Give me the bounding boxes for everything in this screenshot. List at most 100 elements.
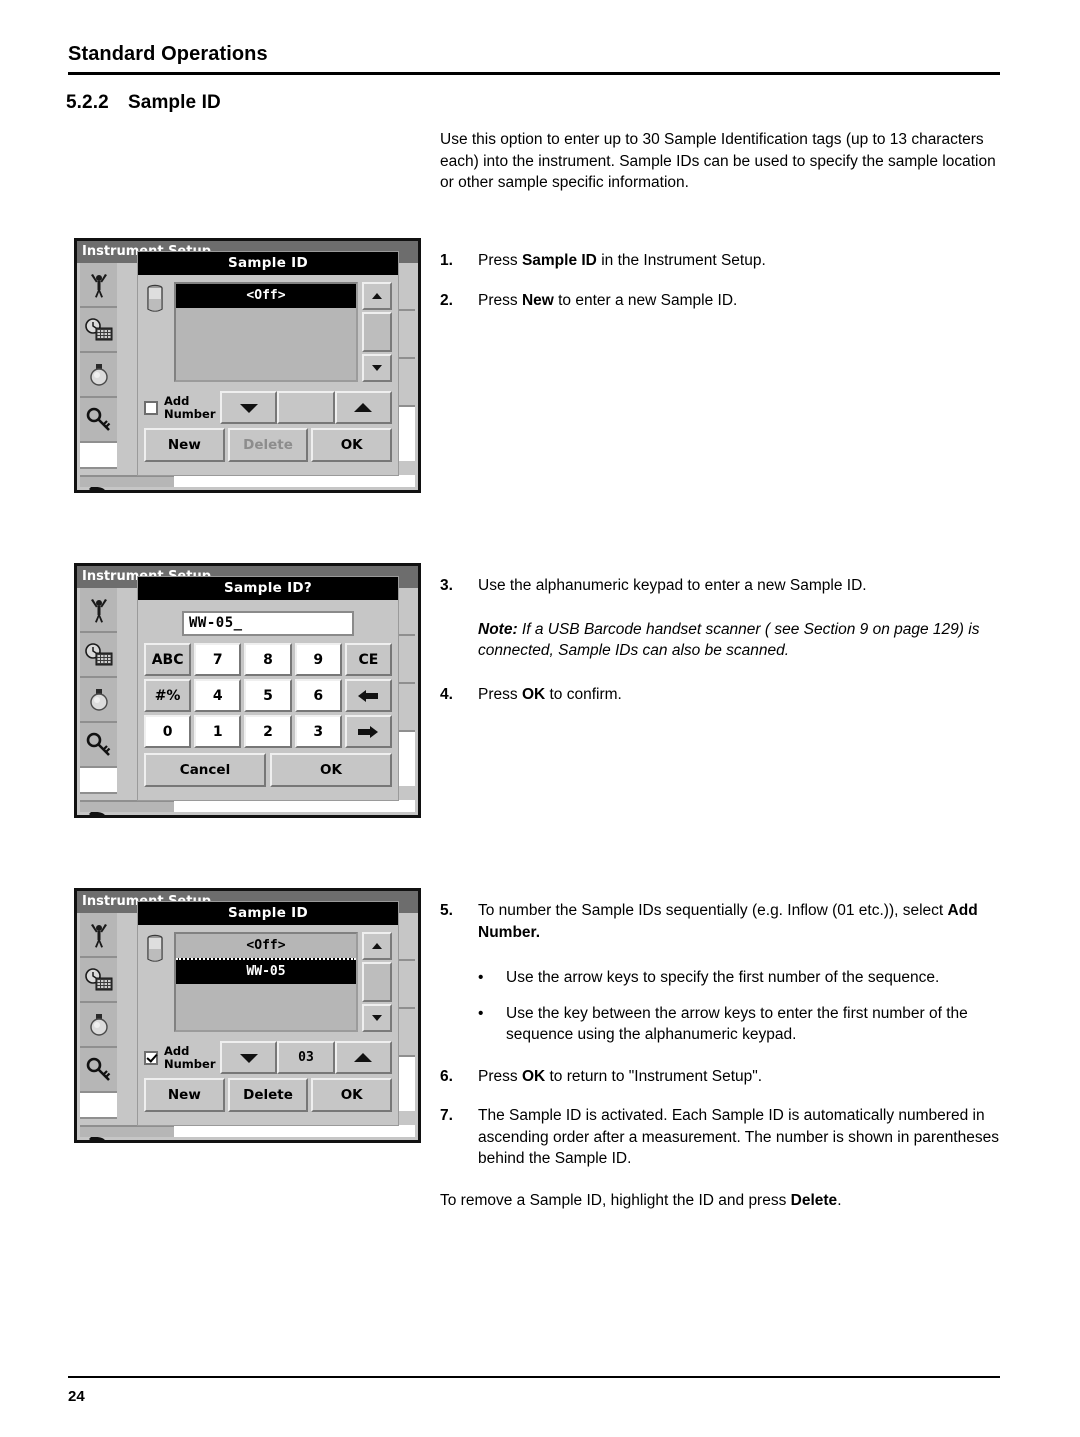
ok-button[interactable]: OK <box>270 753 392 787</box>
stepper-down-button[interactable] <box>220 391 278 424</box>
sidebar-item-lamp[interactable] <box>80 678 117 723</box>
key-forward[interactable] <box>344 715 392 748</box>
sidebar-item-datetime[interactable] <box>80 633 117 678</box>
footer-rule <box>68 1376 1000 1378</box>
step-text-post: to enter a new Sample ID. <box>553 291 738 309</box>
device-sidebar <box>80 263 117 490</box>
key-5[interactable]: 5 <box>244 679 292 712</box>
sidebar-item-security[interactable] <box>80 398 117 443</box>
step-text-pre: Press <box>478 685 522 703</box>
scrollbar-track[interactable] <box>362 312 392 352</box>
sidebar-item-lamp[interactable] <box>80 353 117 398</box>
section-number: 5.2.2 <box>66 92 109 113</box>
bullet-text: Use the key between the arrow keys to en… <box>506 1004 968 1044</box>
list-area: <Off> <box>144 282 392 382</box>
scroll-down-button[interactable] <box>362 1004 392 1032</box>
delete-button[interactable]: Delete <box>227 1078 309 1112</box>
sample-id-listbox[interactable]: <Off> WW-05 <box>174 932 358 1032</box>
beaker-column <box>144 932 174 1032</box>
ok-button[interactable]: OK <box>311 428 393 462</box>
add-number-label: Add Number <box>164 1045 220 1070</box>
dialog-action-row: New Delete OK <box>144 1078 393 1112</box>
dialog-title: Sample ID <box>138 252 398 275</box>
sample-id-keypad-dialog: Sample ID? WW-05_ ABC 7 8 9 CE #% 4 5 6 … <box>137 576 399 801</box>
step-text: Press New to enter a new Sample ID. <box>478 290 1000 312</box>
sidebar-item-blank <box>80 443 117 469</box>
key-ce[interactable]: CE <box>344 643 392 676</box>
key-9[interactable]: 9 <box>294 643 342 676</box>
step-item: 1. Press Sample ID in the Instrument Set… <box>440 250 1000 272</box>
stepper-up-button[interactable] <box>334 1041 392 1074</box>
sidebar-item-security[interactable] <box>80 723 117 768</box>
new-button[interactable]: New <box>144 1078 225 1112</box>
key-6[interactable]: 6 <box>294 679 342 712</box>
operator-icon <box>88 922 110 948</box>
scroll-down-button[interactable] <box>362 354 392 382</box>
key-7[interactable]: 7 <box>194 643 242 676</box>
stepper-up-button[interactable] <box>334 391 392 424</box>
device-bottom-strip <box>80 475 415 487</box>
sample-id-input[interactable]: WW-05_ <box>182 611 354 636</box>
sidebar-item-datetime[interactable] <box>80 958 117 1003</box>
cancel-button[interactable]: Cancel <box>144 753 266 787</box>
sidebar-item-blank <box>80 1093 117 1119</box>
sidebar-item-security[interactable] <box>80 1048 117 1093</box>
beaker-icon <box>144 284 174 314</box>
step-text: The Sample ID is activated. Each Sample … <box>478 1107 999 1167</box>
closing-paragraph: To remove a Sample ID, highlight the ID … <box>440 1190 1000 1212</box>
listbox-scrollbar[interactable] <box>362 282 392 382</box>
key-abc[interactable]: ABC <box>144 643 192 676</box>
key-1[interactable]: 1 <box>194 715 242 748</box>
sample-id-listbox[interactable]: <Off> <box>174 282 358 382</box>
scrollbar-track[interactable] <box>362 962 392 1002</box>
key-backspace[interactable] <box>344 679 392 712</box>
step-text-bold: OK <box>521 685 546 703</box>
stepper-value[interactable] <box>277 391 335 424</box>
sidebar-item-operator[interactable] <box>80 263 117 308</box>
dialog-action-row: New Delete OK <box>144 428 393 462</box>
ok-button[interactable]: OK <box>311 1078 393 1112</box>
dialog-title: Sample ID <box>138 902 398 925</box>
list-item[interactable]: <Off> <box>176 934 356 958</box>
device-bottom-strip <box>80 1125 415 1137</box>
key-0[interactable]: 0 <box>144 715 192 748</box>
closing-bold: Delete <box>790 1191 838 1209</box>
stepper-down-button[interactable] <box>220 1041 278 1074</box>
sidebar-item-blank <box>80 768 117 794</box>
sidebar-item-operator[interactable] <box>80 588 117 633</box>
step-marker: 4. <box>440 685 453 703</box>
list-item[interactable]: <Off> <box>176 284 356 308</box>
bullet-text: Use the arrow keys to specify the first … <box>506 969 940 986</box>
key-icon <box>86 1057 112 1083</box>
sidebar-item-datetime[interactable] <box>80 308 117 353</box>
list-item[interactable]: WW-05 <box>176 958 356 984</box>
scroll-up-button[interactable] <box>362 932 392 960</box>
lamp-icon <box>88 1012 110 1038</box>
clock-calendar-icon <box>84 317 114 342</box>
lamp-icon <box>88 687 110 713</box>
step-marker: 6. <box>440 1067 453 1085</box>
add-number-label-line2: Number <box>164 1056 216 1071</box>
sidebar-item-operator[interactable] <box>80 913 117 958</box>
scroll-up-button[interactable] <box>362 282 392 310</box>
key-8[interactable]: 8 <box>244 643 292 676</box>
add-number-checkbox[interactable] <box>144 1050 158 1065</box>
add-number-checkbox[interactable] <box>144 400 158 415</box>
step-marker: 5. <box>440 902 453 919</box>
alphanumeric-keypad: ABC 7 8 9 CE #% 4 5 6 0 1 2 3 <box>144 643 392 748</box>
note-body: If a USB Barcode handset scanner ( see S… <box>478 620 980 660</box>
operator-icon <box>88 272 110 298</box>
header-rule <box>68 72 1000 75</box>
step-text-pre: Press <box>478 1067 522 1085</box>
key-2[interactable]: 2 <box>244 715 292 748</box>
sidebar-item-lamp[interactable] <box>80 1003 117 1048</box>
key-symbols[interactable]: #% <box>144 679 192 712</box>
device-bottom-strip <box>80 800 415 812</box>
new-button[interactable]: New <box>144 428 225 462</box>
stepper-value[interactable]: 03 <box>277 1041 335 1074</box>
key-4[interactable]: 4 <box>194 679 242 712</box>
listbox-scrollbar[interactable] <box>362 932 392 1032</box>
key-3[interactable]: 3 <box>294 715 342 748</box>
list-area: <Off> WW-05 <box>144 932 392 1032</box>
bullet-item: • Use the key between the arrow keys to … <box>440 1003 1000 1046</box>
